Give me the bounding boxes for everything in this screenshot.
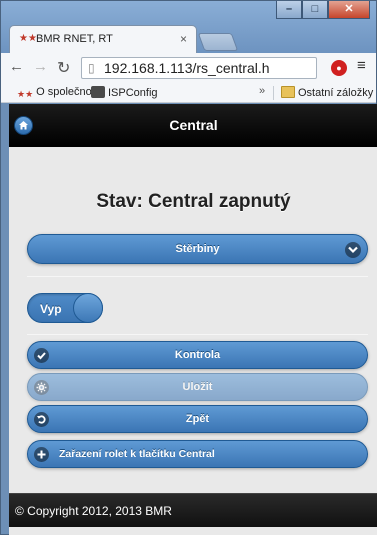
reload-icon[interactable]: ↻: [57, 58, 70, 78]
toggle-knob[interactable]: [73, 293, 103, 323]
folder-icon: [281, 86, 295, 98]
address-bar[interactable]: ▯ 192.168.1.113/rs_central.h ☆: [81, 57, 317, 79]
plus-icon: [34, 447, 49, 462]
chevron-down-icon: [345, 242, 361, 258]
button-label: Zpět: [185, 413, 210, 425]
status-heading: Stav: Central zapnutý: [96, 191, 291, 212]
new-tab-button[interactable]: [197, 33, 239, 51]
back-button[interactable]: Zpět: [27, 405, 368, 433]
copyright-text: © Copyright 2012, 2013 BMR: [15, 504, 172, 518]
divider: [27, 334, 368, 335]
browser-toolbar: ← → ↻ ▯ 192.168.1.113/rs_central.h ☆ ● ≡: [1, 53, 376, 83]
extension-icon[interactable]: ●: [331, 60, 347, 76]
page-footer: © Copyright 2012, 2013 BMR: [9, 493, 377, 527]
tab-close-icon[interactable]: ×: [180, 32, 187, 46]
bookmarks-bar: ★★ O společnosti ISPConfig » Ostatní zálo…: [1, 83, 376, 103]
bookmark-favicon-icon: ★★: [17, 89, 34, 99]
bookmark-item[interactable]: ISPConfig: [91, 86, 158, 99]
browser-tab[interactable]: ★★ BMR RNET, RT ×: [9, 25, 197, 53]
page-viewport: Central Stav: Central zapnutý Stěrbiny V…: [9, 104, 377, 535]
tab-title: BMR RNET, RT: [36, 33, 113, 45]
menu-icon[interactable]: ≡: [357, 57, 366, 74]
close-icon[interactable]: ✕: [328, 1, 370, 19]
check-button[interactable]: Kontrola: [27, 341, 368, 369]
window-controls: – □ ✕: [276, 1, 370, 19]
bookmark-item[interactable]: ★★ O společnosti: [17, 86, 103, 101]
other-bookmarks-label: Ostatní záložky: [298, 87, 374, 99]
page-header: Central: [9, 104, 377, 147]
mode-select[interactable]: Stěrbiny: [27, 234, 368, 264]
bookmarks-overflow-icon[interactable]: »: [259, 85, 265, 97]
back-arrow-icon[interactable]: ←: [9, 58, 24, 75]
favicon-icon: ★★: [19, 33, 37, 44]
save-button[interactable]: Uložit: [27, 373, 368, 401]
assign-blinds-button[interactable]: Zařazení rolet k tlačítku Central: [27, 440, 368, 468]
divider: [27, 276, 368, 277]
title-bar: – □ ✕ ★★ BMR RNET, RT ×: [1, 1, 376, 53]
minimize-icon[interactable]: –: [276, 1, 302, 19]
page-icon: ▯: [88, 61, 95, 75]
button-label: Zařazení rolet k tlačítku Central: [59, 448, 215, 460]
toggle-label: Vyp: [40, 302, 62, 316]
power-toggle[interactable]: Vyp: [27, 293, 103, 323]
url-text: 192.168.1.113/rs_central.h: [104, 60, 270, 76]
bookmark-favicon-icon: [91, 86, 105, 98]
select-value: Stěrbiny: [175, 243, 220, 255]
browser-window: – □ ✕ ★★ BMR RNET, RT × ← → ↻ ▯ 192.168.…: [0, 0, 377, 535]
button-label: Kontrola: [174, 349, 221, 361]
maximize-icon[interactable]: □: [302, 1, 328, 19]
other-bookmarks[interactable]: Ostatní záložky: [281, 86, 373, 99]
button-label: Uložit: [182, 381, 213, 393]
bookmark-label: ISPConfig: [108, 87, 158, 99]
forward-arrow-icon[interactable]: →: [33, 58, 48, 75]
divider: [273, 86, 274, 100]
page-title: Central: [169, 117, 218, 133]
